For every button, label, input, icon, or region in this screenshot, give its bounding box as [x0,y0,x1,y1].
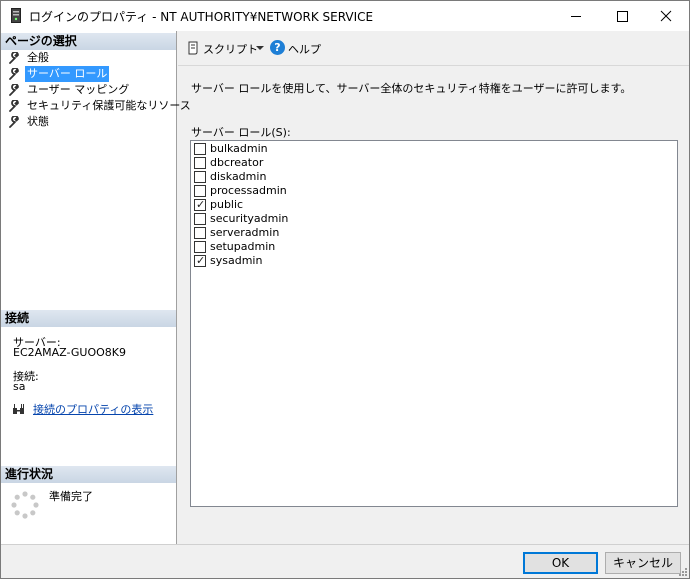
role-checkbox[interactable]: ✓ [194,255,206,267]
page-item-label: 全般 [27,51,49,64]
maximize-button[interactable] [599,1,645,31]
server-icon [11,8,21,23]
script-icon [188,41,198,55]
dialog-button-bar: OK キャンセル [1,544,689,578]
wrench-icon [9,84,19,96]
role-name: setupadmin [210,240,276,253]
progress-spinner-icon [11,491,39,519]
role-name: sysadmin [210,254,263,267]
cancel-button[interactable]: キャンセル [605,552,681,574]
title-bar: ログインのプロパティ - NT AUTHORITY¥NETWORK SERVIC… [1,1,689,31]
help-button[interactable]: ヘルプ [288,41,321,57]
role-name: bulkadmin [210,142,268,155]
role-checkbox[interactable] [194,241,206,253]
resize-grip-icon[interactable] [677,566,687,576]
page-item-label: ユーザー マッピング [27,83,130,96]
page-item-label: 状態 [27,115,49,128]
server-value: EC2AMAZ-GUOO8K9 [13,346,126,359]
checkmark-icon: ✓ [196,254,206,267]
page-item-label: セキュリティ保護可能なリソース [27,99,191,112]
toolbar-separator [178,65,689,66]
script-dropdown-icon[interactable] [256,46,264,50]
close-button[interactable] [643,1,689,31]
role-name: public [210,198,244,211]
page-select-header: ページの選択 [1,33,176,50]
page-item-label: サーバー ロール [25,66,110,82]
progress-status: 準備完了 [49,490,93,503]
maximize-icon [617,11,628,22]
role-checkbox[interactable] [194,143,206,155]
window-title: ログインのプロパティ - NT AUTHORITY¥NETWORK SERVIC… [29,10,374,24]
close-icon [660,10,672,22]
wrench-icon [9,116,19,128]
connection-value: sa [13,380,26,393]
server-roles-description: サーバー ロールを使用して、サーバー全体のセキュリティ特権をユーザーに許可します… [191,82,632,95]
connection-header: 接続 [1,310,176,327]
wrench-icon [9,52,19,64]
script-button[interactable]: スクリプト [203,41,258,57]
progress-header: 進行状況 [1,466,176,483]
view-connection-properties-link[interactable]: 接続のプロパティの表示 [33,401,153,417]
ok-button[interactable]: OK [523,552,598,574]
server-roles-list: bulkadmin dbcreator diskadmin processadm… [190,140,678,507]
minimize-button[interactable] [553,1,599,31]
login-properties-dialog: ログインのプロパティ - NT AUTHORITY¥NETWORK SERVIC… [0,0,690,579]
role-name: diskadmin [210,170,267,183]
wrench-icon [9,68,19,80]
wrench-icon [9,100,19,112]
role-name: serveradmin [210,226,280,239]
role-checkbox[interactable] [194,157,206,169]
role-name: dbcreator [210,156,264,169]
connection-properties-icon [13,404,24,414]
role-name: securityadmin [210,212,289,225]
help-icon[interactable]: ? [270,40,285,55]
minimize-icon [571,16,581,17]
role-checkbox[interactable] [194,213,206,225]
role-name: processadmin [210,184,287,197]
checkmark-icon: ✓ [196,198,206,211]
toolbar: スクリプト ? ヘルプ [178,31,689,66]
left-pane: ページの選択 全般 サーバー ロール ユーザー マッピング セキュリティ保護可能… [1,31,191,544]
role-checkbox[interactable] [194,227,206,239]
role-checkbox[interactable]: ✓ [194,199,206,211]
server-roles-label: サーバー ロール(S): [191,126,291,139]
role-checkbox[interactable] [194,185,206,197]
role-checkbox[interactable] [194,171,206,183]
